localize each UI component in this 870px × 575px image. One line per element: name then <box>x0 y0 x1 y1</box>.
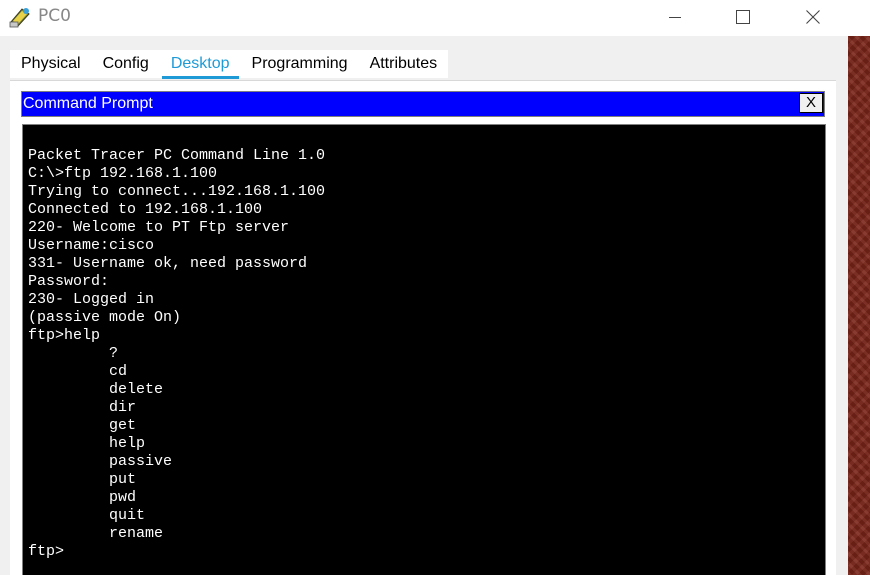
desktop-panel: Command Prompt X Packet Tracer PC Comman… <box>10 80 836 575</box>
terminal-line: 331- Username ok, need password <box>28 255 308 272</box>
terminal-line: Connected to 192.168.1.100 <box>28 201 263 218</box>
command-prompt-title: Command Prompt <box>23 95 153 112</box>
desktop-background-top <box>848 0 870 36</box>
terminal-line: 230- Logged in <box>28 291 155 308</box>
terminal-line: C:\>ftp 192.168.1.100 <box>28 165 218 182</box>
terminal-line: Username:cisco <box>28 237 155 254</box>
terminal-line: get <box>28 417 137 434</box>
command-prompt-terminal[interactable]: Packet Tracer PC Command Line 1.0 C:\>ftp… <box>22 124 826 575</box>
terminal-line: help <box>28 435 146 452</box>
pc0-window: PC0 Physical Config Desktop Programming … <box>0 0 848 575</box>
terminal-line: passive <box>28 453 173 470</box>
maximize-button[interactable] <box>720 0 766 34</box>
terminal-line: Trying to connect...192.168.1.100 <box>28 183 326 200</box>
minimize-button[interactable] <box>652 0 698 34</box>
close-icon <box>806 10 820 24</box>
tab-physical[interactable]: Physical <box>10 50 92 78</box>
terminal-line: ftp> <box>28 543 65 560</box>
tab-desktop[interactable]: Desktop <box>160 50 241 79</box>
terminal-line: put <box>28 471 137 488</box>
tab-config[interactable]: Config <box>92 50 160 78</box>
terminal-line: ftp>help <box>28 327 101 344</box>
title-bar[interactable]: PC0 <box>0 0 848 36</box>
maximize-icon <box>736 10 750 24</box>
terminal-line: (passive mode On) <box>28 309 182 326</box>
terminal-line: 220- Welcome to PT Ftp server <box>28 219 290 236</box>
command-prompt-titlebar: Command Prompt X <box>21 91 825 117</box>
terminal-line: delete <box>28 381 164 398</box>
packet-tracer-pc-icon <box>9 8 30 28</box>
terminal-line: cd <box>28 363 128 380</box>
tab-attributes[interactable]: Attributes <box>359 50 449 78</box>
terminal-line: Packet Tracer PC Command Line 1.0 <box>28 147 326 164</box>
window-title: PC0 <box>38 6 71 26</box>
tab-area: Physical Config Desktop Programming Attr… <box>0 36 848 575</box>
desktop-background <box>848 0 870 575</box>
terminal-line: Password: <box>28 273 110 290</box>
minimize-icon <box>669 17 681 18</box>
terminal-line: ? <box>28 345 119 362</box>
terminal-line: pwd <box>28 489 137 506</box>
close-window-button[interactable] <box>790 0 836 34</box>
terminal-line: rename <box>28 525 164 542</box>
command-prompt-close-button[interactable]: X <box>799 93 823 113</box>
tab-programming[interactable]: Programming <box>241 50 359 78</box>
terminal-line: dir <box>28 399 137 416</box>
terminal-line: quit <box>28 507 146 524</box>
tab-bar: Physical Config Desktop Programming Attr… <box>10 50 449 79</box>
